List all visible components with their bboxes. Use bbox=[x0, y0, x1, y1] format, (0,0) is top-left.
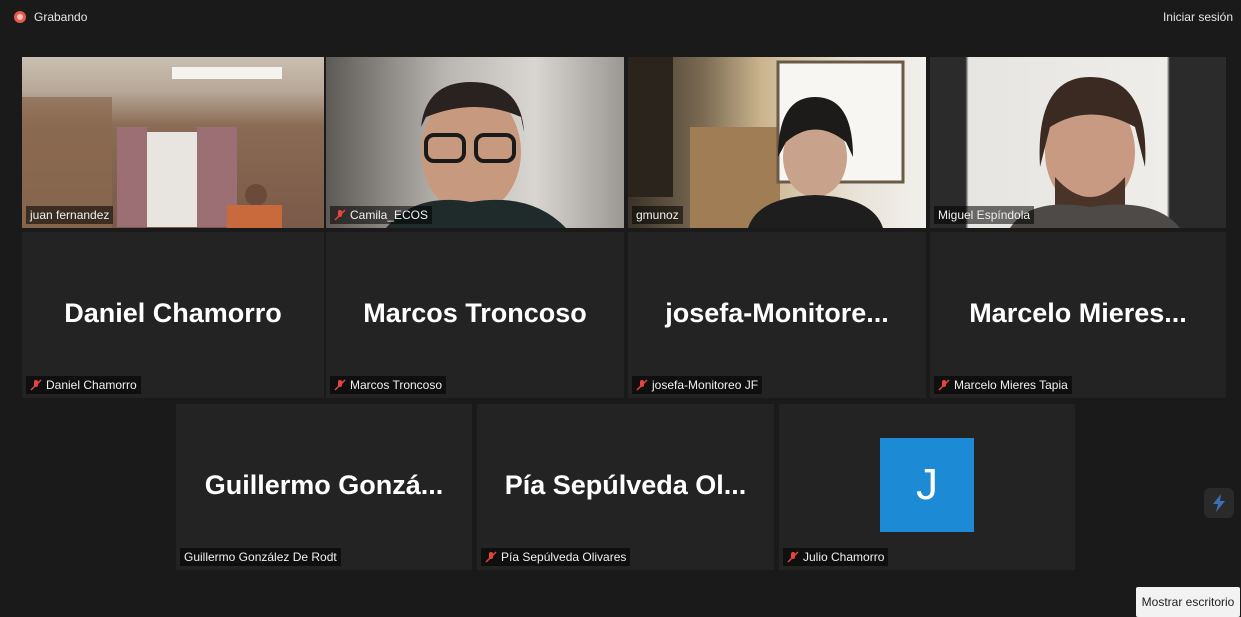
floating-tool-icon[interactable] bbox=[1204, 488, 1234, 518]
participant-name: gmunoz bbox=[636, 208, 679, 222]
participant-name-label: Camila_ECOS bbox=[330, 206, 433, 224]
participant-name-label: Guillermo González De Rodt bbox=[180, 548, 341, 566]
record-icon bbox=[14, 11, 26, 23]
participant-name: Daniel Chamorro bbox=[46, 378, 137, 392]
mic-muted-icon bbox=[636, 379, 648, 391]
top-bar: Grabando Iniciar sesión bbox=[0, 0, 1241, 40]
participant-name-label: Pía Sepúlveda Olivares bbox=[481, 548, 631, 566]
participant-name: Guillermo González De Rodt bbox=[184, 550, 337, 564]
participant-display-name: josefa-Monitore... bbox=[665, 297, 889, 328]
participant-name: Marcelo Mieres Tapia bbox=[954, 378, 1068, 392]
participant-tile-marcos-troncoso[interactable]: Marcos Troncoso Marcos Troncoso bbox=[326, 232, 624, 398]
video-feed bbox=[628, 57, 926, 228]
participant-name: Marcos Troncoso bbox=[350, 378, 443, 392]
participant-name-label: gmunoz bbox=[632, 206, 683, 224]
participant-name-label: Marcelo Mieres Tapia bbox=[934, 376, 1072, 394]
mic-muted-icon bbox=[334, 209, 346, 221]
participant-display-name: Guillermo Gonzá... bbox=[204, 469, 444, 500]
participant-name: juan fernandez bbox=[30, 208, 110, 222]
participant-name-label: Julio Chamorro bbox=[783, 548, 889, 566]
video-feed bbox=[22, 57, 324, 228]
participant-display-name: Pía Sepúlveda Ol... bbox=[504, 469, 747, 500]
participant-tile-gmunoz[interactable]: gmunoz bbox=[628, 57, 926, 228]
participant-tile-pia-sepulveda[interactable]: Pía Sepúlveda Ol... Pía Sepúlveda Olivar… bbox=[477, 404, 774, 570]
participant-display-name: Marcos Troncoso bbox=[363, 297, 587, 328]
participant-name-label: juan fernandez bbox=[26, 206, 114, 224]
participant-name-label: josefa-Monitoreo JF bbox=[632, 376, 763, 394]
video-scene bbox=[1010, 77, 1180, 228]
participant-name-label: Daniel Chamorro bbox=[26, 376, 141, 394]
participant-name: Pía Sepúlveda Olivares bbox=[501, 550, 627, 564]
mic-muted-icon bbox=[938, 379, 950, 391]
participant-name: Miguel Espíndola bbox=[938, 208, 1031, 222]
mic-muted-icon bbox=[30, 379, 42, 391]
participant-tile-guillermo-gonzalez[interactable]: Guillermo Gonzá... Guillermo González De… bbox=[176, 404, 472, 570]
lightning-icon bbox=[1213, 494, 1225, 512]
mic-muted-icon bbox=[485, 551, 497, 563]
signin-button[interactable]: Iniciar sesión bbox=[1163, 10, 1233, 24]
recording-indicator: Grabando bbox=[14, 10, 87, 24]
video-feed bbox=[930, 57, 1226, 228]
show-desktop-button[interactable]: Mostrar escritorio bbox=[1136, 587, 1240, 617]
participant-tile-camila-ecos[interactable]: Camila_ECOS bbox=[326, 57, 624, 228]
participant-display-name: Marcelo Mieres... bbox=[969, 297, 1187, 328]
recording-label: Grabando bbox=[34, 10, 88, 24]
participant-name: Camila_ECOS bbox=[350, 208, 429, 222]
video-scene bbox=[628, 57, 905, 228]
participant-tile-juan-fernandez[interactable]: juan fernandez bbox=[22, 57, 324, 228]
mic-muted-icon bbox=[334, 379, 346, 391]
participant-tile-josefa-monitoreo[interactable]: josefa-Monitore... josefa-Monitoreo JF bbox=[628, 232, 926, 398]
video-feed bbox=[326, 57, 624, 228]
mic-muted-icon bbox=[787, 551, 799, 563]
participant-name: josefa-Monitoreo JF bbox=[652, 378, 759, 392]
video-scene bbox=[386, 82, 566, 228]
participant-name-label: Marcos Troncoso bbox=[330, 376, 447, 394]
participant-name-label: Miguel Espíndola bbox=[934, 206, 1035, 224]
participant-display-name: Daniel Chamorro bbox=[64, 297, 282, 328]
video-scene bbox=[22, 67, 282, 228]
participant-tile-marcelo-mieres[interactable]: Marcelo Mieres... Marcelo Mieres Tapia bbox=[930, 232, 1226, 398]
participant-avatar: J bbox=[880, 438, 974, 532]
participant-tile-miguel-espindola[interactable]: Miguel Espíndola bbox=[930, 57, 1226, 228]
participant-tile-daniel-chamorro[interactable]: Daniel Chamorro Daniel Chamorro bbox=[22, 232, 324, 398]
participant-name: Julio Chamorro bbox=[803, 550, 885, 564]
